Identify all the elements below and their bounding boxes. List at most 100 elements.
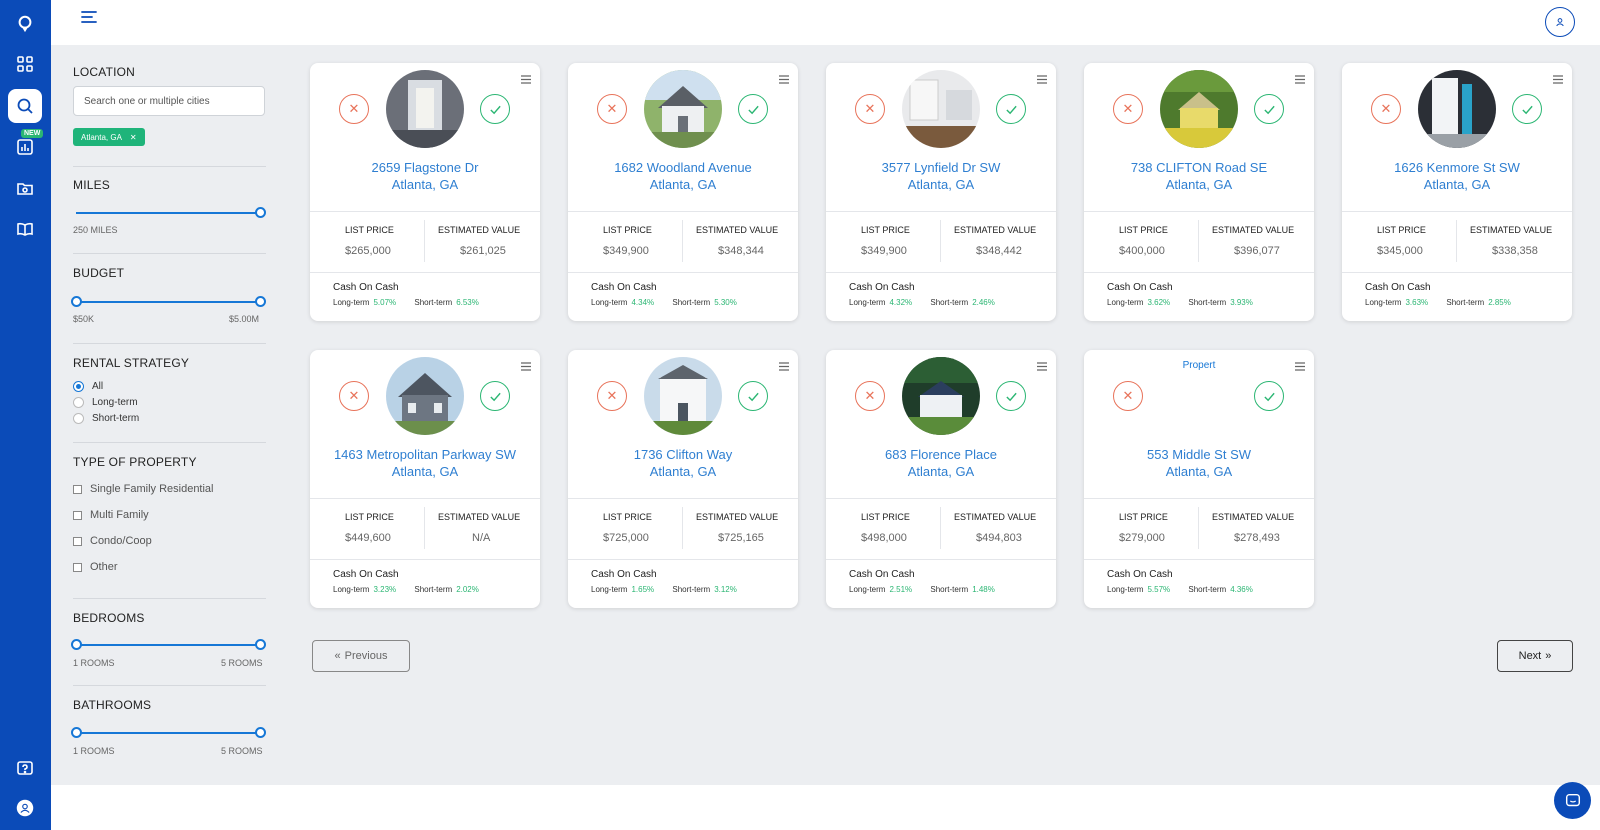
bathrooms-min-handle[interactable]	[71, 727, 82, 738]
card-menu-icon[interactable]	[1295, 75, 1305, 84]
checkbox[interactable]	[73, 510, 82, 520]
bedrooms-slider[interactable]	[71, 639, 266, 650]
card-menu-icon[interactable]	[1553, 75, 1563, 84]
location-chip[interactable]: Atlanta, GA ✕	[73, 128, 145, 146]
strategy-option-short-term[interactable]: Short-term	[73, 413, 139, 424]
radio-button[interactable]	[73, 381, 84, 392]
accept-button[interactable]	[738, 94, 768, 124]
property-card[interactable]: ✕ 738 CLIFTON Road SE Atlanta, GA LIST P…	[1084, 63, 1314, 321]
type-option-multi-family[interactable]: Multi Family	[73, 509, 149, 521]
radio-button[interactable]	[73, 413, 84, 424]
accept-button[interactable]	[738, 381, 768, 411]
property-address-link[interactable]: 1463 Metropolitan Parkway SW Atlanta, GA	[310, 446, 540, 480]
reject-button[interactable]: ✕	[339, 381, 369, 411]
reject-button[interactable]: ✕	[855, 381, 885, 411]
budget-min-handle[interactable]	[71, 296, 82, 307]
search-icon[interactable]	[8, 89, 42, 123]
list-price-value: $400,000	[1119, 245, 1165, 257]
property-photo[interactable]	[386, 70, 464, 148]
property-address-link[interactable]: 1626 Kenmore St SW Atlanta, GA	[1342, 159, 1572, 193]
analytics-chart-icon[interactable]	[8, 130, 42, 164]
reject-button[interactable]: ✕	[1371, 94, 1401, 124]
property-address-link[interactable]: 553 Middle St SW Atlanta, GA	[1084, 446, 1314, 480]
profile-avatar-button[interactable]	[1545, 7, 1575, 37]
chat-support-button[interactable]	[1554, 782, 1591, 819]
close-icon: ✕	[1122, 101, 1134, 116]
city-search-input[interactable]: Search one or multiple cities	[73, 86, 265, 116]
accept-button[interactable]	[480, 381, 510, 411]
dashboard-grid-icon[interactable]	[8, 47, 42, 81]
user-avatar-icon[interactable]	[8, 791, 42, 825]
type-option-single-family[interactable]: Single Family Residential	[73, 483, 214, 495]
bathrooms-slider[interactable]	[71, 727, 266, 738]
property-address-link[interactable]: 2659 Flagstone Dr Atlanta, GA	[310, 159, 540, 193]
card-menu-icon[interactable]	[779, 75, 789, 84]
reject-button[interactable]: ✕	[1113, 94, 1143, 124]
property-card[interactable]: ✕ Propert 553 Middle St SW Atlanta, GA L…	[1084, 350, 1314, 608]
checkbox[interactable]	[73, 562, 82, 572]
type-option-condo[interactable]: Condo/Coop	[73, 535, 152, 547]
property-photo[interactable]	[386, 357, 464, 435]
property-photo[interactable]	[902, 357, 980, 435]
divider	[73, 442, 266, 443]
type-option-other[interactable]: Other	[73, 561, 118, 573]
property-photo[interactable]	[644, 70, 722, 148]
accept-button[interactable]	[1512, 94, 1542, 124]
checkbox[interactable]	[73, 484, 82, 494]
card-menu-icon[interactable]	[521, 75, 531, 84]
short-term-value: 3.12%	[714, 585, 737, 594]
miles-slider[interactable]	[76, 207, 266, 218]
bedrooms-min-handle[interactable]	[71, 639, 82, 650]
hamburger-menu-icon[interactable]	[81, 10, 99, 26]
estimated-value-value: $494,803	[976, 532, 1022, 544]
accept-button[interactable]	[996, 94, 1026, 124]
accept-button[interactable]	[1254, 381, 1284, 411]
accept-button[interactable]	[1254, 94, 1284, 124]
next-page-button[interactable]: Next »	[1497, 640, 1573, 672]
chip-remove-icon[interactable]: ✕	[130, 133, 137, 142]
reject-button[interactable]: ✕	[597, 94, 627, 124]
divider	[310, 272, 540, 273]
card-menu-icon[interactable]	[779, 362, 789, 371]
budget-slider[interactable]	[71, 296, 266, 307]
logo-pin-icon[interactable]	[8, 7, 42, 41]
property-photo[interactable]	[902, 70, 980, 148]
reject-button[interactable]: ✕	[339, 94, 369, 124]
property-card[interactable]: ✕ 2659 Flagstone Dr Atlanta, GA LIST PRI…	[310, 63, 540, 321]
bathrooms-max-handle[interactable]	[255, 727, 266, 738]
property-address-link[interactable]: 1736 Clifton Way Atlanta, GA	[568, 446, 798, 480]
help-icon[interactable]	[8, 752, 42, 786]
strategy-option-all[interactable]: All	[73, 381, 103, 392]
property-photo[interactable]	[1418, 70, 1496, 148]
previous-page-button[interactable]: « Previous	[312, 640, 410, 672]
book-icon[interactable]	[8, 212, 42, 246]
property-card[interactable]: ✕ 683 Florence Place Atlanta, GA LIST PR…	[826, 350, 1056, 608]
property-city: Atlanta, GA	[907, 177, 975, 192]
card-menu-icon[interactable]	[521, 362, 531, 371]
property-card[interactable]: ✕ 1682 Woodland Avenue Atlanta, GA LIST …	[568, 63, 798, 321]
radio-button[interactable]	[73, 397, 84, 408]
accept-button[interactable]	[480, 94, 510, 124]
reject-button[interactable]: ✕	[597, 381, 627, 411]
property-address-link[interactable]: 738 CLIFTON Road SE Atlanta, GA	[1084, 159, 1314, 193]
card-menu-icon[interactable]	[1037, 75, 1047, 84]
strategy-option-long-term[interactable]: Long-term	[73, 397, 138, 408]
property-address-link[interactable]: 3577 Lynfield Dr SW Atlanta, GA	[826, 159, 1056, 193]
reject-button[interactable]: ✕	[1113, 381, 1143, 411]
property-address-link[interactable]: 683 Florence Place Atlanta, GA	[826, 446, 1056, 480]
property-photo[interactable]	[1160, 70, 1238, 148]
folder-dollar-icon[interactable]	[8, 171, 42, 205]
property-card[interactable]: ✕ 3577 Lynfield Dr SW Atlanta, GA LIST P…	[826, 63, 1056, 321]
miles-slider-handle[interactable]	[255, 207, 266, 218]
property-photo[interactable]	[644, 357, 722, 435]
checkbox[interactable]	[73, 536, 82, 546]
property-card[interactable]: ✕ 1463 Metropolitan Parkway SW Atlanta, …	[310, 350, 540, 608]
reject-button[interactable]: ✕	[855, 94, 885, 124]
property-address-link[interactable]: 1682 Woodland Avenue Atlanta, GA	[568, 159, 798, 193]
property-card[interactable]: ✕ 1736 Clifton Way Atlanta, GA LIST PRIC…	[568, 350, 798, 608]
bedrooms-max-handle[interactable]	[255, 639, 266, 650]
accept-button[interactable]	[996, 381, 1026, 411]
card-menu-icon[interactable]	[1037, 362, 1047, 371]
property-card[interactable]: ✕ 1626 Kenmore St SW Atlanta, GA LIST PR…	[1342, 63, 1572, 321]
budget-max-handle[interactable]	[255, 296, 266, 307]
